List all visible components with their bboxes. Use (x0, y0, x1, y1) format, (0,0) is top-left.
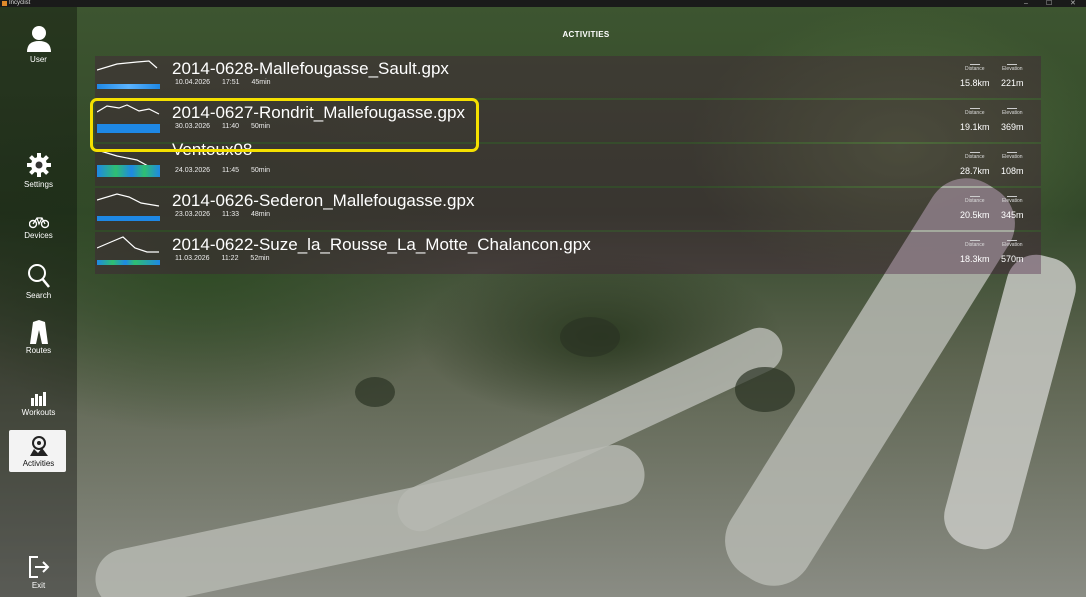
distance-value: 20.5km (960, 210, 990, 220)
elevation-stat: Elevation 221m (1001, 60, 1024, 88)
elevation-profile-thumbnail (96, 234, 160, 265)
distance-stat: Distance 28.7km (960, 148, 990, 176)
activity-duration: 52min (250, 255, 270, 262)
activity-meta: 24.03.2026 11:45 50min (175, 167, 280, 174)
distance-stat: Distance 20.5km (960, 192, 990, 220)
elevation-value: 221m (1001, 78, 1024, 88)
bike-icon (28, 217, 49, 229)
elevation-stat: Elevation 570m (1001, 236, 1024, 264)
activity-time: 11:33 (222, 211, 239, 218)
elevation-icon (1007, 104, 1018, 109)
elevation-value: 570m (1001, 254, 1024, 264)
elevation-icon (1007, 192, 1018, 197)
distance-icon (969, 104, 980, 109)
sidebar-item-label: Routes (25, 346, 52, 355)
sidebar: User Settings Devices Search Routes Work… (0, 7, 77, 597)
distance-icon (969, 192, 980, 197)
sidebar-item-label: Settings (24, 180, 53, 189)
elevation-profile-thumbnail (96, 58, 160, 89)
elevation-stat: Elevation 369m (1001, 104, 1024, 132)
app-logo-icon (2, 1, 7, 6)
elevation-icon (1007, 236, 1018, 241)
gear-icon (26, 153, 51, 177)
elevation-icon (1007, 148, 1018, 153)
sidebar-item-routes[interactable]: Routes (0, 320, 77, 355)
activity-name: 2014-0622-Suze_la_Rousse_La_Motte_Chalan… (172, 235, 591, 254)
sidebar-item-devices[interactable]: Devices (0, 215, 77, 240)
activity-time: 11:45 (222, 167, 239, 174)
close-button[interactable]: ✕ (1070, 0, 1076, 7)
search-icon (27, 264, 50, 288)
activity-row[interactable]: 2014-0626-Sederon_Mallefougasse.gpx 23.0… (95, 188, 1041, 230)
activity-row[interactable]: 2014-0622-Suze_la_Rousse_La_Motte_Chalan… (95, 232, 1041, 274)
sidebar-item-label: Search (25, 291, 52, 300)
activity-date: 11.03.2026 (175, 255, 210, 262)
distance-icon (969, 236, 980, 241)
distance-stat: Distance 19.1km (960, 104, 990, 132)
elevation-stat: Elevation 345m (1001, 192, 1024, 220)
sidebar-item-activities[interactable]: Activities (0, 430, 77, 472)
sidebar-item-workouts[interactable]: Workouts (0, 392, 77, 417)
activity-date: 23.03.2026 (175, 211, 211, 218)
sidebar-item-exit[interactable]: Exit (0, 555, 77, 590)
sidebar-item-settings[interactable]: Settings (0, 152, 77, 189)
elevation-profile-thumbnail (96, 190, 160, 221)
activity-date: 24.03.2026 (175, 167, 211, 174)
elevation-value: 345m (1001, 210, 1024, 220)
distance-icon (969, 60, 980, 65)
activity-row[interactable]: 2014-0628-Mallefougasse_Sault.gpx 10.04.… (95, 56, 1041, 98)
maximize-button[interactable]: ☐ (1046, 0, 1052, 7)
activity-meta: 10.04.2026 17:51 45min (175, 79, 281, 86)
activity-name: 2014-0626-Sederon_Mallefougasse.gpx (172, 191, 475, 210)
activity-name: 2014-0628-Mallefougasse_Sault.gpx (172, 59, 449, 78)
activity-duration: 48min (250, 211, 271, 218)
window-title: Incyclist (9, 0, 31, 6)
sidebar-item-label: User (30, 55, 47, 64)
activities-icon (29, 436, 48, 456)
activity-time: 17:51 (222, 79, 240, 86)
elevation-value: 108m (1001, 166, 1024, 176)
activity-time: 11:22 (221, 255, 239, 262)
elevation-stat: Elevation 108m (1001, 148, 1024, 176)
distance-value: 28.7km (960, 166, 990, 176)
routes-icon (29, 320, 48, 344)
distance-value: 19.1km (960, 122, 990, 132)
distance-value: 18.3km (960, 254, 990, 264)
sidebar-item-label: Devices (24, 231, 53, 240)
distance-value: 15.8km (960, 78, 990, 88)
distance-stat: Distance 15.8km (960, 60, 990, 88)
exit-icon (28, 556, 49, 578)
elevation-icon (1007, 60, 1018, 65)
activity-meta: 11.03.2026 11:22 52min (175, 255, 280, 262)
sidebar-item-search[interactable]: Search (0, 263, 77, 300)
elevation-value: 369m (1001, 122, 1024, 132)
minimize-button[interactable]: – (1024, 0, 1028, 7)
sidebar-item-label: Exit (31, 581, 46, 590)
activity-duration: 50min (250, 167, 271, 174)
activity-date: 10.04.2026 (175, 79, 211, 86)
sidebar-item-label: Workouts (21, 408, 56, 417)
activity-duration: 45min (251, 79, 271, 86)
page-title: ACTIVITIES (562, 30, 610, 39)
selection-highlight (90, 98, 479, 152)
distance-icon (969, 148, 980, 153)
workouts-icon (30, 392, 46, 406)
activity-meta: 23.03.2026 11:33 48min (175, 211, 280, 218)
window-titlebar: Incyclist – ☐ ✕ (0, 0, 1086, 7)
sidebar-item-label: Activities (22, 459, 55, 468)
activity-list: 2014-0628-Mallefougasse_Sault.gpx 10.04.… (95, 56, 1041, 276)
distance-stat: Distance 18.3km (960, 236, 990, 264)
